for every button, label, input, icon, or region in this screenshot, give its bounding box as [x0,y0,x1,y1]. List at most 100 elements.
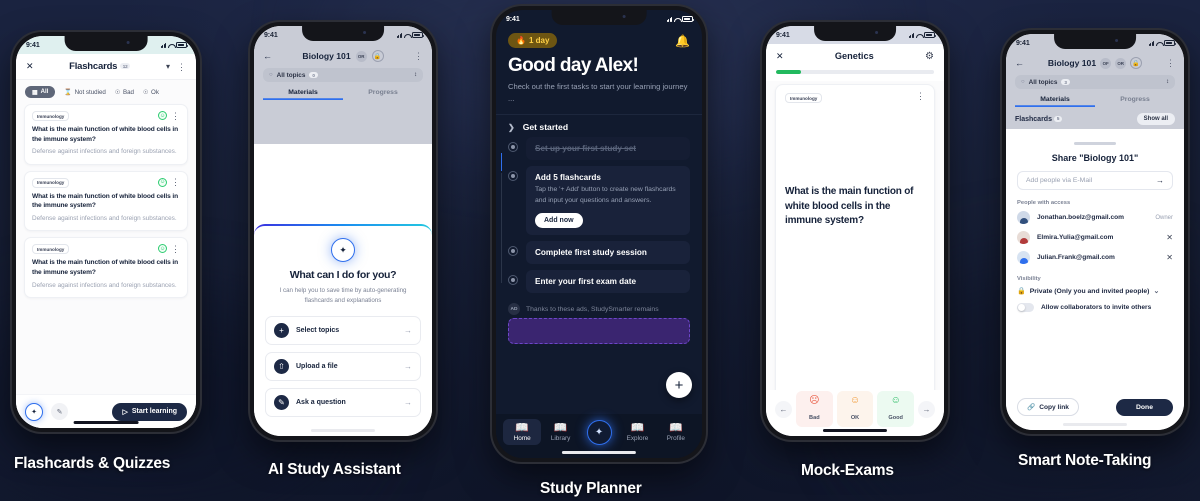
phone2-screen: 9:41 ← Biology 101 OR 🔒 ⋮ ○ All topics 0… [254,26,432,436]
ai-sparkle-icon: ✦ [331,238,355,262]
grid-icon: ▦ [32,89,38,96]
link-icon: 🔗 [1027,404,1036,411]
greeting-title: Good day Alex! [508,55,639,76]
rating-good[interactable]: ☺ Good [877,391,915,427]
sheet-grabber[interactable] [1074,142,1116,145]
tab-progress[interactable]: Progress [343,84,423,100]
filter-bar: ▦ All ⌛ Not studied ☉ Bad ☉ Ok [24,80,188,104]
streak-badge[interactable]: 🔥 1 day [508,33,558,48]
show-all-button[interactable]: Show all [1136,113,1175,125]
gear-icon[interactable]: ⚙ [925,51,934,62]
tab-progress[interactable]: Progress [1095,91,1175,107]
tab-explore[interactable]: 📖 Explore [618,422,656,442]
question-card[interactable]: Immunology ⋮ What is the main function o… [775,84,935,408]
people-with-access-label: People with access [1017,200,1071,206]
phone-mockup-ai-assistant: 9:41 ← Biology 101 OR 🔒 ⋮ ○ All topics 0… [250,22,436,440]
close-icon[interactable]: ✕ [26,61,34,72]
tab-profile[interactable]: 📖 Profile [657,422,695,442]
tab-library[interactable]: 📖 Library [541,422,579,442]
more-icon[interactable]: ⋮ [171,244,180,253]
tab-materials[interactable]: Materials [263,84,343,100]
person-email: Jonathan.boelz@gmail.com [1037,214,1125,221]
task-status-icon [508,171,518,182]
tab-home[interactable]: 📖 Home [503,419,542,445]
task-item[interactable]: Add 5 flashcards Tap the '+ Add' button … [508,166,690,241]
filter-not-studied[interactable]: ⌛ Not studied [64,88,106,97]
toggle-switch[interactable] [1017,303,1034,312]
arrow-right-icon: → [404,326,412,336]
task-description: Tap the '+ Add' button to create new fla… [535,186,676,204]
remove-person-icon[interactable]: ✕ [1166,253,1173,262]
chevron-right-icon: ❯ [508,122,515,132]
flashcard-count-badge: 12 [119,63,131,70]
more-icon[interactable]: ⋮ [177,62,186,71]
start-learning-button[interactable]: ▷ Start learning [112,402,187,421]
home-indicator [822,429,888,432]
page-title: Biology 101 [1047,58,1097,68]
rating-ok[interactable]: ☺ OK [836,391,874,427]
status-time: 9:41 [506,15,520,23]
tab-bar: Materials Progress [263,84,423,100]
arrow-left-icon[interactable]: ← [775,400,792,418]
phone3-header: 🔥 1 day 🔔 [496,28,702,48]
lock-icon[interactable]: 🔒 [1130,57,1143,69]
option-select-topics[interactable]: + Select topics → [265,316,421,346]
filter-ok[interactable]: ☉ Ok [143,89,159,96]
tab-ai-assistant[interactable]: ✦ [580,419,618,445]
avatar[interactable]: OR [355,50,367,62]
page-title: Biology 101 [302,51,351,61]
flashcard-item[interactable]: Immunology ☺ ⋮ What is the main function… [24,170,188,232]
pencil-icon[interactable]: ✎ [51,403,68,420]
close-icon[interactable]: ✕ [776,51,784,62]
smile-icon: ☺ [158,177,167,187]
all-topics-selector[interactable]: ○ All topics 3 ↕ [1015,75,1175,89]
ad-banner[interactable] [508,318,690,345]
cellular-icon [666,16,672,22]
remove-person-icon[interactable]: ✕ [1166,233,1173,242]
get-started-section[interactable]: ❯ Get started [496,115,702,137]
back-arrow-icon[interactable]: ← [1015,58,1024,68]
option-upload-file[interactable]: ⇧ Upload a file → [265,352,421,382]
filter-icon[interactable]: ▾ [166,62,170,71]
option-ask-question[interactable]: ✎ Ask a question → [265,388,421,418]
arrow-right-icon[interactable]: → [918,400,936,418]
phone3-screen: 9:41 🔥 1 day 🔔 Good day Alex! Check out … [496,10,702,458]
flashcard-item[interactable]: Immunology ☺ ⋮ What is the main function… [24,237,188,299]
flashcard-item[interactable]: Immunology ☺ ⋮ What is the main function… [24,104,188,165]
more-icon[interactable]: ⋮ [171,111,180,120]
battery-icon [924,32,936,38]
done-button[interactable]: Done [1116,398,1173,416]
avatar[interactable]: OR [1115,57,1127,69]
phone-mockup-mock-exams: 9:41 ✕ Genetics ⚙ Immunology ⋮ What is t… [762,22,948,440]
more-icon[interactable]: ⋮ [1166,59,1175,68]
progress-bar-wrap [766,68,944,81]
task-item[interactable]: Set up your first study set [508,137,690,166]
tab-materials[interactable]: Materials [1015,91,1095,107]
avatar[interactable]: OF [1100,57,1112,69]
rating-bad[interactable]: ☹ Bad [796,391,833,427]
lock-icon[interactable]: 🔒 [371,50,384,62]
add-fab-button[interactable]: + [666,372,692,398]
task-item[interactable]: Complete first study session [508,241,690,270]
more-icon[interactable]: ⋮ [171,178,180,187]
more-icon[interactable]: ⋮ [414,52,423,61]
send-arrow-icon[interactable]: → [1156,176,1164,185]
bell-icon[interactable]: 🔔 [675,34,690,48]
email-invite-field[interactable]: Add people via E-Mail → [1017,171,1173,190]
back-arrow-icon[interactable]: ← [263,51,272,61]
cellular-icon [1148,40,1154,46]
ai-sparkle-icon[interactable]: ✦ [25,402,43,421]
wifi-icon [168,43,176,48]
add-now-button[interactable]: Add now [535,213,583,229]
collaborator-toggle-row[interactable]: Allow collaborators to invite others [1017,303,1173,312]
more-icon[interactable]: ⋮ [916,92,925,101]
assistant-heading: What can I do for you? [289,269,397,281]
visibility-selector[interactable]: 🔒 Private (Only you and invited people) … [1017,287,1173,296]
phone-notch [551,10,647,25]
copy-link-button[interactable]: 🔗 Copy link [1017,398,1079,416]
filter-bad[interactable]: ☉ Bad [115,89,134,96]
task-item[interactable]: Enter your first exam date [508,270,690,299]
all-topics-selector[interactable]: ○ All topics 0 ↕ [263,68,423,82]
flashcard-answer: Defense against infections and foreign s… [32,281,177,289]
filter-all[interactable]: ▦ All [25,86,56,98]
